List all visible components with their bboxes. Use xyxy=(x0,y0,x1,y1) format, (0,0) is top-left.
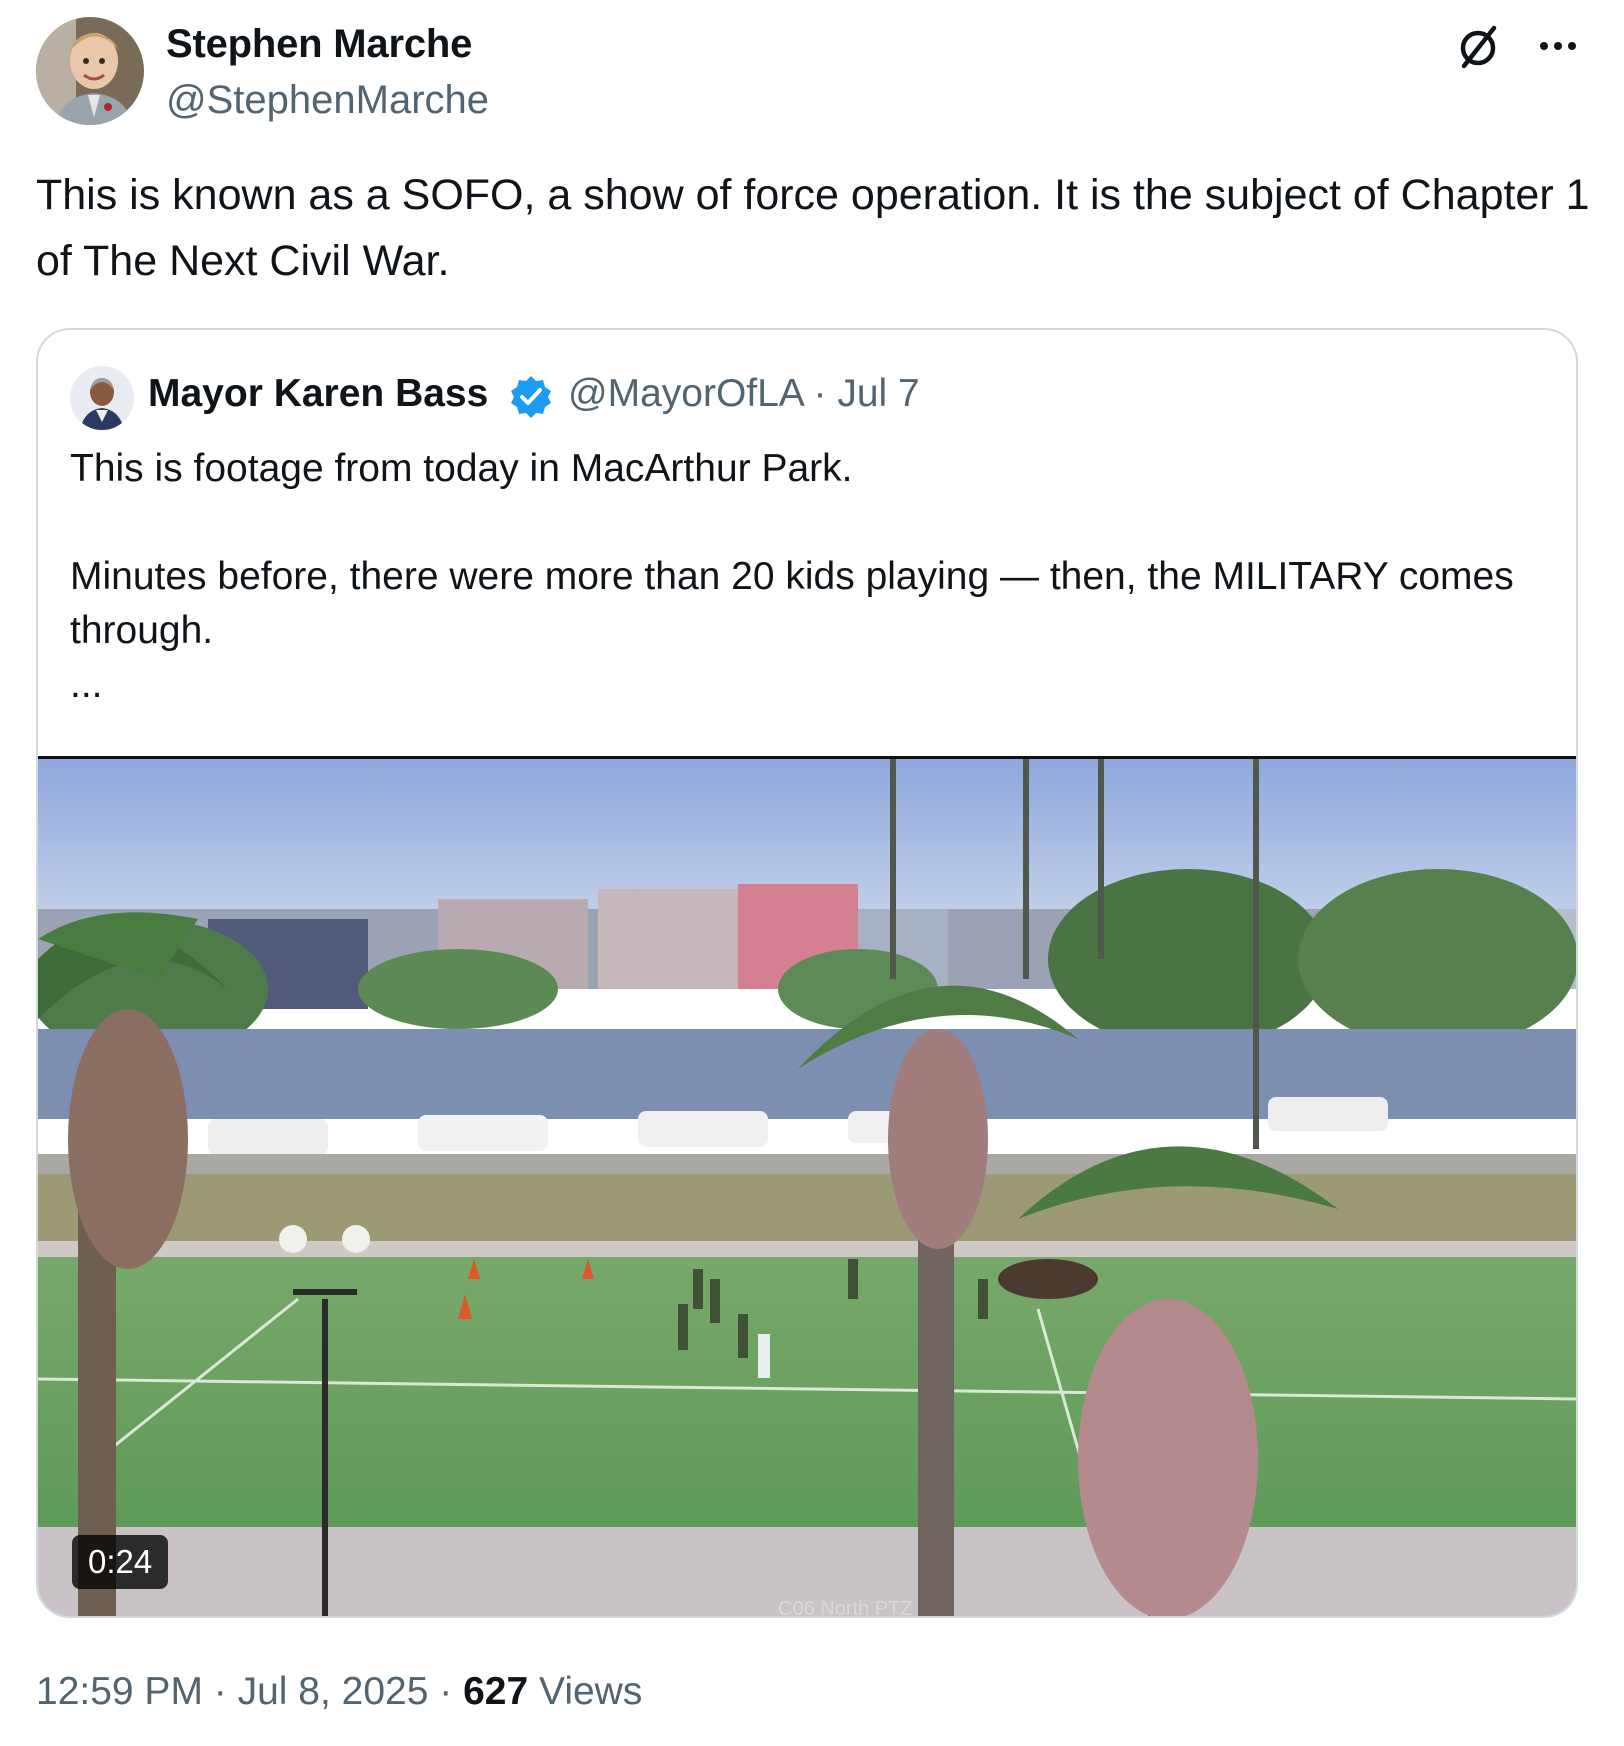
tweet-footer: 12:59 PM · Jul 8, 2025 · 627 Views xyxy=(36,1670,642,1714)
quoted-meta: @MayorOfLA · Jul 7 xyxy=(568,372,920,416)
quoted-paragraph: This is footage from today in MacArthur … xyxy=(70,447,853,490)
quoted-ellipsis: ... xyxy=(70,663,103,706)
author-name[interactable]: Stephen Marche xyxy=(166,22,472,67)
verified-badge-icon xyxy=(508,374,554,420)
quoted-tweet-card[interactable]: Mayor Karen Bass @MayorOfLA · Jul 7 This… xyxy=(36,328,1578,1618)
video-player[interactable]: C06 North PTZ 0:24 xyxy=(38,756,1576,1618)
quoted-tweet-text: This is footage from today in MacArthur … xyxy=(70,442,1550,712)
footer-separator: · xyxy=(202,1670,238,1713)
more-options-icon[interactable] xyxy=(1530,18,1586,74)
views-label: Views xyxy=(528,1670,643,1713)
tweet-text: This is known as a SOFO, a show of force… xyxy=(36,171,1590,285)
quoted-author-handle[interactable]: @MayorOfLA xyxy=(568,372,803,415)
video-duration: 0:24 xyxy=(72,1535,169,1589)
author-avatar[interactable] xyxy=(36,17,144,125)
quoted-date[interactable]: Jul 7 xyxy=(837,372,919,415)
author-handle[interactable]: @StephenMarche xyxy=(166,78,489,123)
video-watermark: C06 North PTZ xyxy=(778,1598,912,1618)
post-date[interactable]: Jul 8, 2025 xyxy=(238,1670,429,1713)
grok-icon[interactable] xyxy=(1450,18,1506,74)
quoted-paragraph: Minutes before, there were more than 20 … xyxy=(70,555,1514,652)
quoted-author-avatar[interactable] xyxy=(70,366,134,430)
post-time[interactable]: 12:59 PM xyxy=(36,1670,203,1713)
views-count: 627 xyxy=(463,1670,529,1713)
quoted-author-name[interactable]: Mayor Karen Bass xyxy=(148,372,488,416)
footer-separator: · xyxy=(428,1670,464,1713)
meta-separator: · xyxy=(813,372,827,415)
